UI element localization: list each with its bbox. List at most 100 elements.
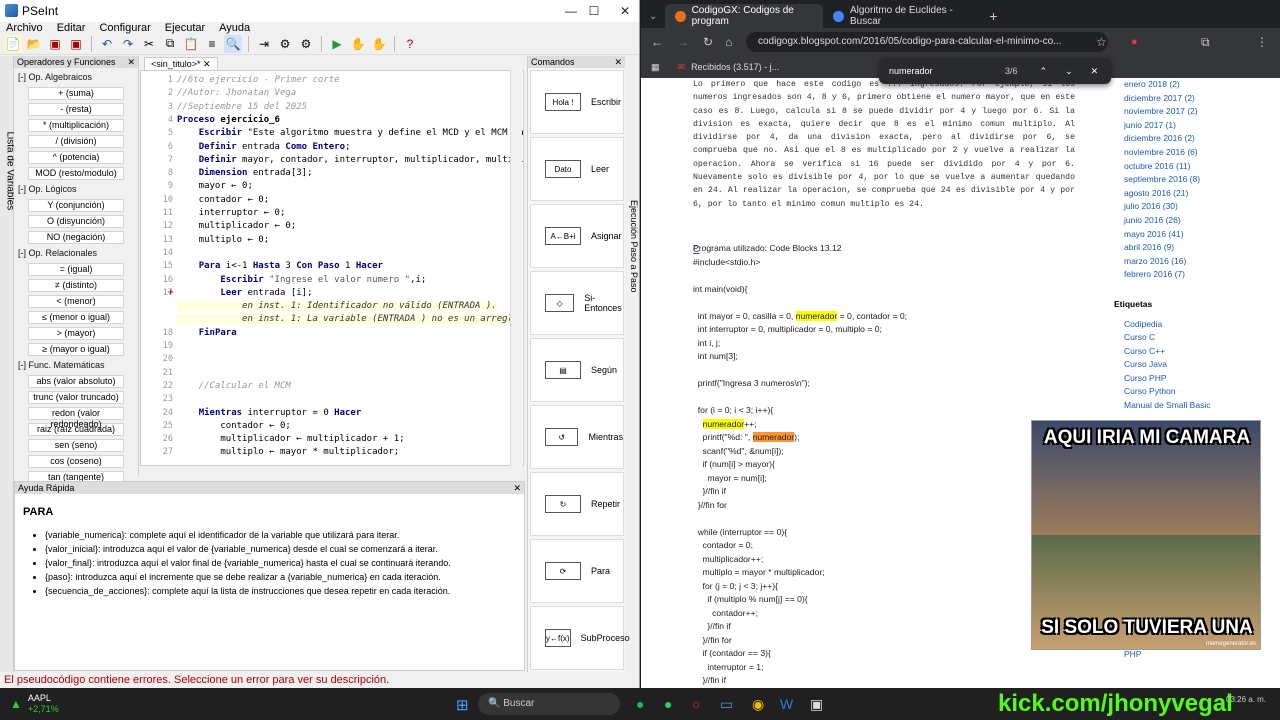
editor-tab[interactable]: <sin_titulo>* ✕ — [144, 57, 218, 71]
archive-link[interactable]: septiembre 2016 (8) — [1114, 173, 1274, 187]
archive-link[interactable]: octubre 2016 (11) — [1114, 160, 1274, 174]
operator-group-header[interactable]: [-] Op. Algebraicos — [14, 68, 138, 84]
operator-button[interactable]: NO (negación) — [28, 231, 124, 244]
cut-icon[interactable]: ✂ — [140, 35, 158, 53]
label-link[interactable]: Curso PHP — [1114, 372, 1274, 386]
command-repetir[interactable]: ↻ Repetir — [530, 472, 624, 536]
operator-button[interactable]: MOD (resto/modulo) — [28, 167, 124, 180]
command-subproceso[interactable]: y←f(x) SubProceso — [530, 606, 630, 670]
new-file-icon[interactable]: 📄 — [4, 34, 22, 53]
archive-link[interactable]: mayo 2016 (41) — [1114, 228, 1274, 242]
close-icon[interactable]: ✕ — [513, 482, 521, 494]
menu-icon[interactable]: ⋮ — [1256, 35, 1268, 49]
settings-icon[interactable]: ⚙ — [297, 35, 315, 53]
new-tab-icon[interactable]: + — [981, 8, 1005, 28]
explorer-icon[interactable]: ▭ — [720, 696, 733, 713]
operator-button[interactable]: > (mayor) — [28, 327, 124, 340]
error-message[interactable]: en inst. 1: Identificador no válido (ENT… — [177, 301, 497, 312]
forward-icon[interactable]: → — [677, 35, 689, 49]
operator-button[interactable]: ^ (potencia) — [28, 151, 124, 164]
spotify-icon[interactable]: ● — [636, 696, 644, 712]
operator-button[interactable]: * (multiplicación) — [28, 119, 124, 132]
windows-start-icon[interactable]: ⊞ — [456, 696, 469, 714]
close-icon[interactable]: ✕ — [614, 56, 622, 68]
label-link[interactable]: Codipedia — [1114, 318, 1274, 332]
operator-group-header[interactable]: [-] Op. Lógicos — [14, 180, 138, 196]
operator-button[interactable]: - (resta) — [28, 103, 124, 116]
command-según[interactable]: ▤ Según — [530, 338, 624, 402]
operator-button[interactable]: ≥ (mayor o igual) — [28, 343, 124, 356]
save-icon[interactable]: ▣ — [46, 35, 64, 53]
tab-menu-icon[interactable]: ⌄ — [641, 11, 665, 28]
close-icon[interactable]: ✕ — [127, 56, 135, 68]
archive-link[interactable]: agosto 2016 (21) — [1114, 187, 1274, 201]
code-editor[interactable]: 1 //6to ejercicio - Primer corte 2 //Autor:… — [140, 70, 524, 466]
command-mientras[interactable]: ↺ Mientras — [530, 405, 624, 469]
word-icon[interactable]: W — [780, 696, 793, 712]
extension-icon[interactable]: ● — [1131, 36, 1138, 48]
label-link[interactable]: Curso Python — [1114, 385, 1274, 399]
bookmark-star-icon[interactable]: ☆ — [1096, 35, 1107, 49]
archive-link[interactable]: noviembre 2017 (2) — [1114, 105, 1274, 119]
open-file-icon[interactable]: 📂 — [25, 35, 43, 53]
archive-link[interactable]: diciembre 2017 (2) — [1114, 92, 1274, 106]
operator-button[interactable]: trunc (valor truncado) — [28, 391, 124, 404]
paste-icon[interactable]: 📋 — [182, 35, 200, 53]
label-link[interactable]: Curso C++ — [1114, 345, 1274, 359]
debug-icon[interactable]: ✋ — [370, 35, 388, 53]
status-bar[interactable]: El pseudocódigo contiene errores. Selecc… — [0, 672, 639, 688]
operator-button[interactable]: abs (valor absoluto) — [28, 375, 124, 388]
operator-button[interactable]: + (suma) — [28, 87, 124, 100]
operator-button[interactable]: raiz (raíz cuadrada) — [28, 423, 124, 436]
copy-icon[interactable]: ⧉ — [161, 35, 179, 53]
apps-icon[interactable]: ▦ — [651, 62, 660, 73]
reload-icon[interactable]: ↻ — [703, 35, 713, 49]
run-icon[interactable]: ▶ — [328, 35, 346, 53]
operator-group-header[interactable]: [-] Func. Matemáticas — [14, 356, 138, 372]
operator-button[interactable]: Y (conjunción) — [28, 199, 124, 212]
archive-link[interactable]: junio 2016 (26) — [1114, 214, 1274, 228]
variables-tab[interactable]: Lista de Variables — [0, 56, 16, 676]
archive-link[interactable]: julio 2016 (30) — [1114, 200, 1274, 214]
archive-link[interactable]: febrero 2016 (7) — [1114, 268, 1274, 282]
operator-button[interactable]: / (división) — [28, 135, 124, 148]
tab-codigogx[interactable]: CodigoGX: Codigos de program — [665, 4, 824, 28]
find-input[interactable]: numerador — [889, 66, 999, 76]
save-as-icon[interactable]: ▣ — [67, 35, 85, 53]
error-message[interactable]: en inst. 1: La variable (ENTRADA ) no es… — [177, 314, 523, 325]
whatsapp-icon[interactable]: ● — [664, 696, 672, 712]
format-icon[interactable]: ≡ — [203, 35, 221, 53]
close-button[interactable]: ✕ — [602, 0, 639, 22]
error-marker-icon[interactable]: + — [168, 288, 173, 298]
label-link[interactable]: Manual de Small Basic — [1114, 399, 1274, 413]
indent-icon[interactable]: ⇥ — [255, 35, 273, 53]
redo-icon[interactable]: ↷ — [119, 35, 137, 53]
operator-button[interactable]: = (igual) — [28, 263, 124, 276]
label-link[interactable]: Curso Java — [1114, 358, 1274, 372]
step-execution-tab[interactable]: Ejecución Paso a Paso — [625, 200, 639, 320]
bookmark-gmail[interactable]: Recibidos (3.517) - j... — [691, 62, 779, 72]
operator-button[interactable]: < (menor) — [28, 295, 124, 308]
operator-group-header[interactable]: [-] Op. Relacionales — [14, 244, 138, 260]
editor-scrollbar[interactable] — [510, 70, 522, 466]
archive-link[interactable]: noviembre 2016 (6) — [1114, 146, 1274, 160]
find-next-icon[interactable]: ⌄ — [1065, 66, 1073, 77]
find-prev-icon[interactable]: ⌃ — [1040, 66, 1048, 77]
taskbar-search[interactable]: 🔍 Buscar — [478, 693, 620, 715]
archive-link[interactable]: abril 2016 (9) — [1114, 241, 1274, 255]
operator-button[interactable]: ≠ (distinto) — [28, 279, 124, 292]
label-link[interactable]: PHP — [1114, 648, 1274, 662]
operator-button[interactable]: cos (coseno) — [28, 455, 124, 468]
command-leer[interactable]: Dato Leer — [530, 137, 624, 201]
command-asignar[interactable]: A←B+i Asignar — [530, 204, 624, 268]
archive-link[interactable]: marzo 2016 (16) — [1114, 255, 1274, 269]
opera-icon[interactable]: ○ — [692, 696, 700, 712]
undo-icon[interactable]: ↶ — [98, 35, 116, 53]
operator-button[interactable]: redon (valor redondeado) — [28, 407, 124, 429]
home-icon[interactable]: ⌂ — [725, 35, 732, 49]
archive-link[interactable]: enero 2018 (2) — [1114, 78, 1274, 92]
operator-button[interactable]: O (disyunción) — [28, 215, 124, 228]
help-icon[interactable]: ? — [401, 35, 419, 53]
step-icon[interactable]: ✋ — [349, 35, 367, 53]
command-escribir[interactable]: Hola ! Escribir — [530, 70, 624, 134]
